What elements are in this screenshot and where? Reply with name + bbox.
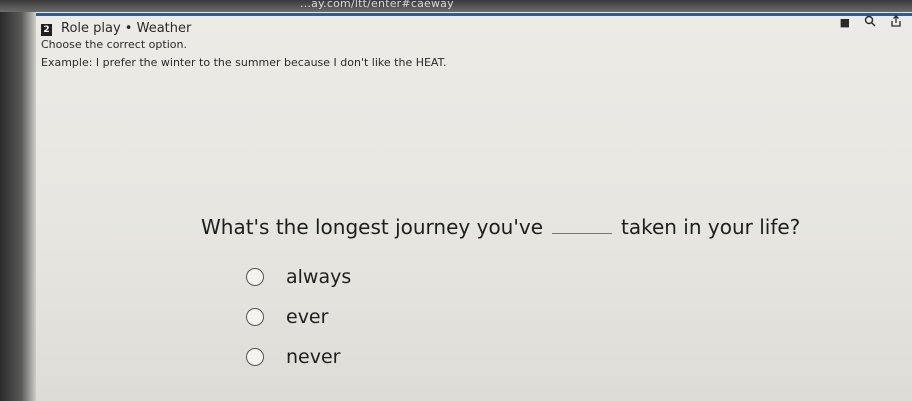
- radio-button[interactable]: [246, 308, 264, 326]
- exercise-title: Role play • Weather: [61, 21, 192, 36]
- option-never[interactable]: never: [246, 346, 340, 368]
- square-icon[interactable]: ■: [840, 16, 850, 29]
- exercise-page: [36, 16, 912, 401]
- answer-blank: [552, 213, 612, 234]
- option-label: always: [286, 266, 352, 288]
- option-ever[interactable]: ever: [246, 306, 328, 328]
- search-icon[interactable]: [864, 15, 876, 30]
- screen-edge: [0, 0, 36, 401]
- browser-bar: ...ay.com/ltt/enter#caeway: [0, 0, 912, 12]
- radio-button[interactable]: [246, 268, 264, 286]
- question-part-after: taken in your life?: [621, 215, 801, 239]
- question-text: What's the longest journey you've taken i…: [201, 213, 800, 239]
- option-label: ever: [286, 306, 329, 328]
- question-number-badge: 2: [41, 24, 52, 36]
- question-part-before: What's the longest journey you've: [201, 215, 543, 239]
- toolbar: ■: [840, 15, 902, 30]
- radio-button[interactable]: [246, 348, 264, 366]
- instruction-text: Choose the correct option.: [41, 38, 187, 51]
- share-icon[interactable]: [890, 15, 902, 30]
- option-always[interactable]: always: [246, 266, 351, 288]
- url-text[interactable]: ...ay.com/ltt/enter#caeway: [300, 0, 454, 10]
- example-text: Example: I prefer the winter to the summ…: [41, 56, 447, 69]
- option-label: never: [286, 346, 341, 368]
